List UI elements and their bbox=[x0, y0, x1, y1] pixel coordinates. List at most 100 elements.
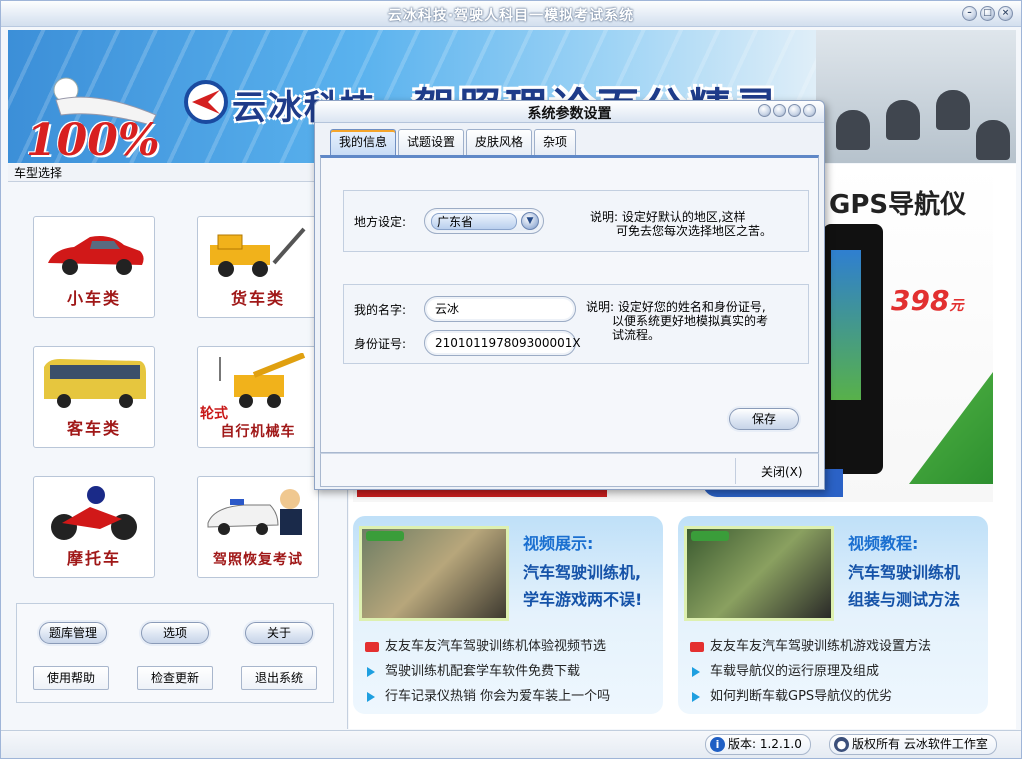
video-tag bbox=[366, 531, 404, 541]
status-bar: i 版本: 1.2.1.0 ● 版权所有 云冰软件工作室 bbox=[1, 730, 1021, 758]
user-icon: ● bbox=[834, 737, 849, 752]
list-item[interactable]: 车载导航仪的运行原理及组成 bbox=[690, 659, 931, 684]
region-select[interactable]: 广东省 ▼ bbox=[424, 208, 544, 234]
truck-icon bbox=[210, 227, 306, 277]
help-icon[interactable] bbox=[758, 104, 771, 117]
id-label: 身份证号: bbox=[354, 337, 407, 351]
person-figure bbox=[976, 120, 1010, 160]
video-thumbnail[interactable] bbox=[684, 526, 834, 621]
motorcycle-icon bbox=[51, 486, 137, 540]
tab-question-settings[interactable]: 试题设置 bbox=[398, 129, 465, 155]
dialog-tabs: 我的信息 试题设置 皮肤风格 杂项 bbox=[330, 129, 578, 155]
car-type-machinery[interactable]: 自行机械车 轮式 bbox=[197, 346, 319, 448]
car-type-motorcycle[interactable]: 摩托车 bbox=[33, 476, 155, 578]
copyright-badge: ● 版权所有 云冰软件工作室 bbox=[829, 734, 997, 755]
about-button[interactable]: 关于 bbox=[245, 622, 313, 644]
play-arrow-icon bbox=[692, 692, 700, 702]
list-item[interactable]: 驾驶训练机配套学车软件免费下载 bbox=[365, 659, 610, 684]
car-type-label: 驾照恢复考试 bbox=[213, 552, 303, 568]
video-card-title[interactable]: 视频展示: bbox=[523, 530, 593, 554]
car-type-sublabel: 轮式 bbox=[200, 406, 228, 422]
action-button-box: 题库管理 选项 关于 使用帮助 检查更新 退出系统 bbox=[16, 603, 334, 703]
close-button[interactable]: 关闭(X) bbox=[761, 463, 803, 480]
info-note-line: 以便系统更好地模拟真实的考 bbox=[612, 314, 769, 328]
play-arrow-icon bbox=[367, 692, 375, 702]
play-arrow-icon bbox=[367, 667, 375, 677]
question-bank-button[interactable]: 题库管理 bbox=[39, 622, 107, 644]
region-note-line: 说明: 设定好默认的地区,这样 bbox=[590, 210, 746, 224]
maximize-icon[interactable] bbox=[788, 104, 801, 117]
window-title: 云冰科技·驾驶人科目一模拟考试系统 bbox=[387, 8, 635, 24]
video-link-text: 友友车友汽车驾驶训练机游戏设置方法 bbox=[710, 639, 932, 654]
bus-icon bbox=[44, 359, 146, 408]
video-link-text: 友友车友汽车驾驶训练机体验视频节选 bbox=[385, 639, 607, 654]
gps-ad-title: GPS导航仪 bbox=[829, 190, 967, 220]
person-figure bbox=[836, 110, 870, 150]
name-input[interactable]: 云冰 bbox=[424, 296, 576, 322]
name-label: 我的名字: bbox=[354, 303, 407, 317]
list-item[interactable]: 友友车友汽车驾驶训练机体验视频节选 bbox=[365, 634, 610, 659]
gps-price: 398元 bbox=[891, 284, 963, 317]
video-card-headline[interactable]: 汽车驾驶训练机 bbox=[848, 559, 960, 583]
car-type-license-recovery[interactable]: 驾照恢复考试 bbox=[197, 476, 319, 578]
minimize-icon[interactable] bbox=[773, 104, 786, 117]
car-type-small-car[interactable]: 小车类 bbox=[33, 216, 155, 318]
dialog-window-controls bbox=[758, 104, 816, 117]
dialog-footer: 关闭(X) bbox=[320, 453, 819, 487]
car-type-section-label: 车型选择 bbox=[8, 164, 348, 182]
region-selected-value: 广东省 bbox=[431, 213, 517, 230]
help-button[interactable]: 使用帮助 bbox=[33, 666, 109, 690]
personal-info-group: 我的名字: 云冰 身份证号: 210101197809300001X 说明: 设… bbox=[343, 284, 809, 364]
exit-button[interactable]: 退出系统 bbox=[241, 666, 317, 690]
brand-logo-icon bbox=[184, 80, 228, 124]
car-icon bbox=[48, 236, 144, 275]
classroom-photo bbox=[816, 30, 1016, 163]
car-type-label: 摩托车 bbox=[66, 549, 121, 568]
check-update-button[interactable]: 检查更新 bbox=[137, 666, 213, 690]
video-link-text: 车载导航仪的运行原理及组成 bbox=[710, 664, 880, 679]
footer-divider bbox=[735, 458, 736, 484]
list-item[interactable]: 如何判断车载GPS导航仪的优劣 bbox=[690, 684, 931, 709]
video-camera-icon bbox=[690, 642, 704, 652]
close-icon[interactable] bbox=[803, 104, 816, 117]
minimize-icon[interactable]: – bbox=[962, 6, 977, 21]
tab-misc[interactable]: 杂项 bbox=[534, 129, 577, 155]
video-card-showcase: 视频展示: 汽车驾驶训练机, 学车游戏两不误! 友友车友汽车驾驶训练机体验视频节… bbox=[353, 516, 663, 714]
badge-100: 100% bbox=[26, 115, 160, 163]
maximize-icon[interactable]: □ bbox=[980, 6, 995, 21]
close-icon[interactable]: × bbox=[998, 6, 1013, 21]
list-item[interactable]: 友友车友汽车驾驶训练机游戏设置方法 bbox=[690, 634, 931, 659]
tab-my-info[interactable]: 我的信息 bbox=[330, 129, 397, 155]
region-label: 地方设定: bbox=[354, 215, 407, 229]
play-arrow-icon bbox=[692, 667, 700, 677]
chevron-down-icon[interactable]: ▼ bbox=[521, 212, 539, 230]
info-icon: i bbox=[710, 737, 725, 752]
list-item[interactable]: 行车记录仪热销 你会为爱车装上一个吗 bbox=[365, 684, 610, 709]
version-badge: i 版本: 1.2.1.0 bbox=[705, 734, 811, 755]
video-thumbnail[interactable] bbox=[359, 526, 509, 621]
video-tag bbox=[691, 531, 729, 541]
video-link-text: 行车记录仪热销 你会为爱车装上一个吗 bbox=[385, 689, 611, 704]
id-number-input[interactable]: 210101197809300001X bbox=[424, 330, 581, 356]
video-link-text: 驾驶训练机配套学车软件免费下载 bbox=[385, 664, 581, 679]
region-group: 地方设定: 广东省 ▼ 说明: 设定好默认的地区,这样 可免去您每次选择地区之苦… bbox=[343, 190, 809, 252]
tab-skin-style[interactable]: 皮肤风格 bbox=[466, 129, 533, 155]
window-controls: – □ × bbox=[962, 6, 1013, 21]
police-icon bbox=[207, 489, 302, 535]
car-type-truck[interactable]: 货车类 bbox=[197, 216, 319, 318]
video-card-headline[interactable]: 组装与测试方法 bbox=[848, 586, 960, 610]
gps-map-graphic bbox=[909, 372, 993, 484]
title-bar: 云冰科技·驾驶人科目一模拟考试系统 – □ × bbox=[1, 1, 1021, 27]
save-button[interactable]: 保存 bbox=[729, 408, 799, 430]
gps-price-value: 398 bbox=[891, 284, 950, 317]
video-card-title[interactable]: 视频教程: bbox=[848, 530, 918, 554]
options-button[interactable]: 选项 bbox=[141, 622, 209, 644]
car-type-label: 货车类 bbox=[230, 289, 285, 308]
video-camera-icon bbox=[365, 642, 379, 652]
car-type-bus[interactable]: 客车类 bbox=[33, 346, 155, 448]
video-link-list: 友友车友汽车驾驶训练机体验视频节选 驾驶训练机配套学车软件免费下载 行车记录仪热… bbox=[365, 634, 610, 709]
video-card-headline[interactable]: 汽车驾驶训练机, bbox=[523, 559, 641, 583]
info-note-line: 试流程。 bbox=[612, 328, 661, 342]
dialog-title-bar[interactable]: 系统参数设置 bbox=[315, 101, 824, 123]
video-card-headline[interactable]: 学车游戏两不误! bbox=[523, 586, 642, 610]
